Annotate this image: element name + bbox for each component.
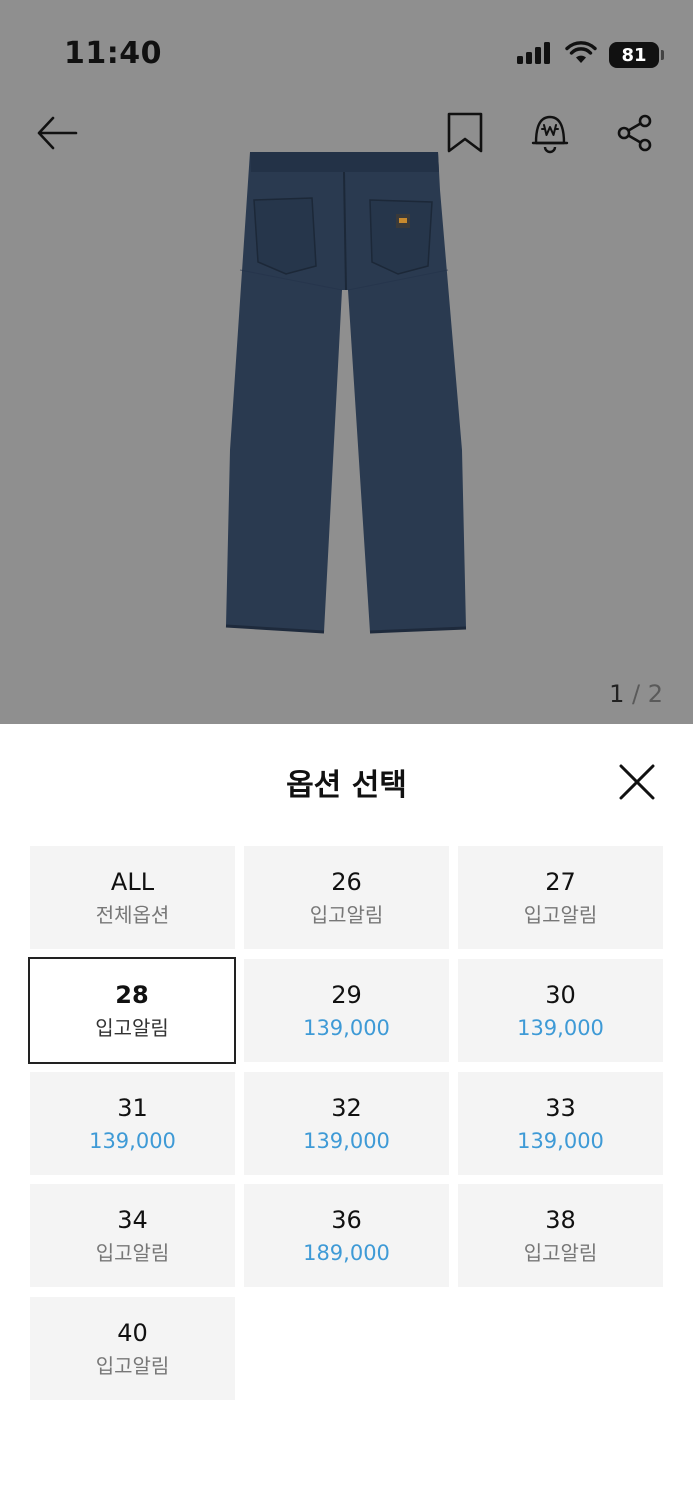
option-38[interactable]: 38 입고알림	[458, 1184, 663, 1287]
option-price: 139,000	[303, 1015, 390, 1040]
status-icons: 81	[517, 40, 664, 70]
option-31[interactable]: 31 139,000	[30, 1072, 235, 1175]
wifi-icon	[565, 41, 597, 69]
option-32[interactable]: 32 139,000	[244, 1072, 449, 1175]
option-size: 29	[331, 980, 362, 1009]
option-size: 26	[331, 867, 362, 896]
option-29[interactable]: 29 139,000	[244, 959, 449, 1062]
option-26[interactable]: 26 입고알림	[244, 846, 449, 949]
option-size: 27	[545, 867, 576, 896]
option-sub-label: 전체옵션	[95, 902, 170, 927]
option-30[interactable]: 30 139,000	[458, 959, 663, 1062]
option-size: 31	[117, 1093, 148, 1122]
option-size: 30	[545, 980, 576, 1009]
share-icon	[616, 113, 654, 157]
option-sub-label: 입고알림	[95, 1240, 170, 1265]
option-all[interactable]: ALL 전체옵션	[30, 846, 235, 949]
option-size: 33	[545, 1093, 576, 1122]
battery-icon: 81	[609, 42, 664, 68]
back-button[interactable]	[32, 110, 82, 160]
option-34[interactable]: 34 입고알림	[30, 1184, 235, 1287]
option-price: 139,000	[517, 1128, 604, 1153]
page-separator: /	[631, 680, 641, 708]
option-size: 40	[117, 1318, 148, 1347]
option-36[interactable]: 36 189,000	[244, 1184, 449, 1287]
signal-icon	[517, 41, 553, 69]
price-alert-button[interactable]	[525, 110, 575, 160]
image-page-indicator: 1 / 2	[609, 680, 663, 708]
option-27[interactable]: 27 입고알림	[458, 846, 663, 949]
close-button[interactable]	[617, 762, 657, 802]
product-image-jeans[interactable]	[220, 150, 470, 640]
close-icon	[617, 764, 657, 806]
price-alert-bell-icon	[530, 111, 570, 159]
option-28-selected[interactable]: 28 입고알림	[28, 957, 236, 1064]
battery-level: 81	[621, 44, 647, 66]
option-sub-label: 입고알림	[523, 902, 598, 927]
option-price: 139,000	[517, 1015, 604, 1040]
option-size: 28	[115, 980, 149, 1009]
option-size: 34	[117, 1205, 148, 1234]
status-bar: 11:40 81	[0, 0, 693, 100]
option-size: 36	[331, 1205, 362, 1234]
page-total: 2	[647, 680, 663, 708]
option-sub-label: 입고알림	[95, 1353, 170, 1378]
share-button[interactable]	[610, 110, 660, 160]
product-image-area: 11:40 81 1 / 2	[0, 0, 693, 724]
option-40[interactable]: 40 입고알림	[30, 1297, 235, 1400]
arrow-left-icon	[36, 116, 78, 154]
option-size: 32	[331, 1093, 362, 1122]
page-current: 1	[609, 680, 625, 708]
option-sub-label: 입고알림	[309, 902, 384, 927]
option-price: 189,000	[303, 1240, 390, 1265]
option-select-sheet: 옵션 선택 ALL 전체옵션 26 입고알림 27 입고알림 28 입고알림 2…	[0, 724, 693, 1500]
sheet-title: 옵션 선택	[286, 768, 407, 803]
option-sub-label: 입고알림	[95, 1015, 169, 1040]
status-time: 11:40	[64, 36, 162, 71]
option-price: 139,000	[303, 1128, 390, 1153]
option-33[interactable]: 33 139,000	[458, 1072, 663, 1175]
option-price: 139,000	[89, 1128, 176, 1153]
option-size: 38	[545, 1205, 576, 1234]
option-sub-label: 입고알림	[523, 1240, 598, 1265]
option-size: ALL	[110, 867, 155, 896]
